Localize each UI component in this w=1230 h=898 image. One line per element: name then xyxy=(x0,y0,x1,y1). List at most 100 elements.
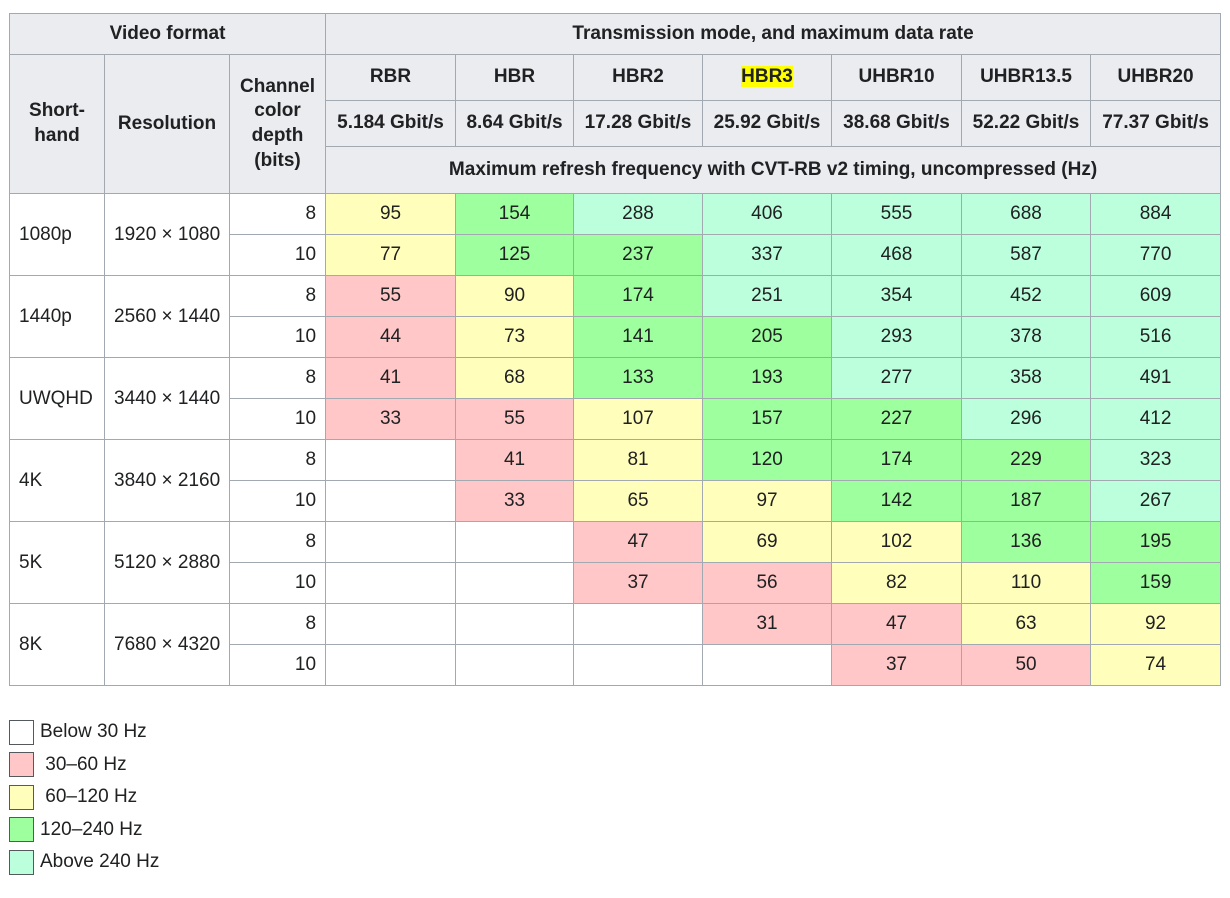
color-legend: Below 30 Hz 30–60 Hz 60–120 Hz 120–240 Hz… xyxy=(9,716,159,879)
refresh-value-cell: 74 xyxy=(1090,644,1222,686)
resolution-cell: 7680 × 4320 xyxy=(104,603,230,686)
resolution-cell: 5120 × 2880 xyxy=(104,521,230,604)
refresh-value-cell: 56 xyxy=(702,562,833,604)
refresh-value-cell: 55 xyxy=(455,398,575,440)
refresh-value-cell: 154 xyxy=(455,193,575,235)
refresh-value-cell: 468 xyxy=(831,234,963,276)
refresh-value-cell: 267 xyxy=(1090,480,1222,522)
table-row: 1080p 1920 × 1080 8 95 154 288 406 555 688 884 xyxy=(9,193,1222,276)
refresh-value-cell: 337 xyxy=(702,234,833,276)
refresh-value-cell: 195 xyxy=(1090,521,1222,563)
refresh-value-cell: 688 xyxy=(961,193,1092,235)
table-row: 1440p 2560 × 1440 8 55 90 174 251 354 452 609 xyxy=(9,275,1222,358)
refresh-value-cell: 47 xyxy=(573,521,704,563)
resolution-cell: 3440 × 1440 xyxy=(104,357,230,440)
depth-cell: 8 xyxy=(228,521,327,563)
refresh-value-cell xyxy=(455,603,575,645)
table-body: 1080p 1920 × 1080 8 95 154 288 406 555 688 884 10 7… xyxy=(9,193,1222,686)
mode-rate-rbr: 5.184 Gbit/s xyxy=(325,100,457,147)
refresh-value-cell: 555 xyxy=(831,193,963,235)
table-row: 4K 3840 × 2160 8 41 81 120 174 229 323 xyxy=(9,439,1222,522)
depth-cell: 8 xyxy=(228,193,327,235)
refresh-value-cell: 293 xyxy=(831,316,963,358)
refresh-value-cell: 406 xyxy=(702,193,833,235)
hbr3-highlight: HBR3 xyxy=(741,66,793,88)
refresh-value-cell: 157 xyxy=(702,398,833,440)
refresh-value-cell: 37 xyxy=(831,644,963,686)
refresh-value-cell: 412 xyxy=(1090,398,1222,440)
transmission-header: Transmission mode, and maximum data rate xyxy=(325,13,1222,55)
refresh-value-cell: 142 xyxy=(831,480,963,522)
refresh-value-cell: 95 xyxy=(325,193,457,235)
mode-name-uhbr20: UHBR20 xyxy=(1090,54,1222,101)
legend-swatch xyxy=(9,784,34,810)
depth-cell: 10 xyxy=(228,644,327,686)
refresh-value-cell: 41 xyxy=(455,439,575,481)
refresh-value-cell: 159 xyxy=(1090,562,1222,604)
shorthand-header: Short-hand xyxy=(9,54,105,194)
refresh-value-cell: 452 xyxy=(961,275,1092,317)
refresh-value-cell: 31 xyxy=(702,603,833,645)
mode-name-uhbr13-5: UHBR13.5 xyxy=(961,54,1092,101)
depth-cell: 10 xyxy=(228,480,327,522)
legend-swatch xyxy=(9,817,34,843)
refresh-value-cell: 110 xyxy=(961,562,1092,604)
legend-item: Above 240 Hz xyxy=(9,846,159,879)
refresh-value-cell: 107 xyxy=(573,398,704,440)
refresh-value-cell xyxy=(325,562,457,604)
legend-swatch xyxy=(9,752,34,778)
refresh-value-cell xyxy=(455,521,575,563)
legend-item: 120–240 Hz xyxy=(9,814,159,847)
mode-rate-uhbr10: 38.68 Gbit/s xyxy=(831,100,963,147)
mode-name-rbr: RBR xyxy=(325,54,457,101)
refresh-value-cell: 251 xyxy=(702,275,833,317)
refresh-value-cell: 92 xyxy=(1090,603,1222,645)
refresh-value-cell: 136 xyxy=(961,521,1092,563)
refresh-value-cell: 47 xyxy=(831,603,963,645)
table-row: 5K 5120 × 2880 8 47 69 102 136 195 xyxy=(9,521,1222,604)
depth-cell: 10 xyxy=(228,562,327,604)
refresh-value-cell: 102 xyxy=(831,521,963,563)
refresh-value-cell: 296 xyxy=(961,398,1092,440)
refresh-value-cell xyxy=(325,480,457,522)
refresh-value-cell: 277 xyxy=(831,357,963,399)
refresh-value-cell: 81 xyxy=(573,439,704,481)
refresh-value-cell xyxy=(325,603,457,645)
refresh-value-cell: 227 xyxy=(831,398,963,440)
refresh-value-cell: 323 xyxy=(1090,439,1222,481)
depth-cell: 10 xyxy=(228,398,327,440)
resolution-header: Resolution xyxy=(104,54,230,194)
refresh-value-cell: 133 xyxy=(573,357,704,399)
refresh-value-cell: 237 xyxy=(573,234,704,276)
legend-label: 60–120 Hz xyxy=(40,786,138,808)
legend-label: Above 240 Hz xyxy=(40,851,160,873)
depth-cell: 8 xyxy=(228,357,327,399)
refresh-value-cell: 33 xyxy=(325,398,457,440)
refresh-value-cell: 587 xyxy=(961,234,1092,276)
mode-rate-uhbr20: 77.37 Gbit/s xyxy=(1090,100,1222,147)
refresh-value-cell: 77 xyxy=(325,234,457,276)
refresh-value-cell: 73 xyxy=(455,316,575,358)
refresh-value-cell: 65 xyxy=(573,480,704,522)
legend-label: Below 30 Hz xyxy=(40,721,147,743)
refresh-value-cell xyxy=(702,644,833,686)
refresh-value-cell xyxy=(573,603,704,645)
refresh-value-cell: 770 xyxy=(1090,234,1222,276)
refresh-value-cell: 141 xyxy=(573,316,704,358)
resolution-cell: 1920 × 1080 xyxy=(104,193,230,276)
depth-cell: 10 xyxy=(228,234,327,276)
refresh-value-cell: 68 xyxy=(455,357,575,399)
refresh-value-cell: 82 xyxy=(831,562,963,604)
table-row: UWQHD 3440 × 1440 8 41 68 133 193 277 358 491 xyxy=(9,357,1222,440)
mode-rate-hbr2: 17.28 Gbit/s xyxy=(573,100,704,147)
mode-rate-hbr: 8.64 Gbit/s xyxy=(455,100,575,147)
refresh-value-cell: 33 xyxy=(455,480,575,522)
resolution-cell: 2560 × 1440 xyxy=(104,275,230,358)
refresh-value-cell xyxy=(325,644,457,686)
refresh-value-cell: 63 xyxy=(961,603,1092,645)
shorthand-cell: 1080p xyxy=(9,193,105,276)
refresh-value-cell: 609 xyxy=(1090,275,1222,317)
mode-rate-hbr3: 25.92 Gbit/s xyxy=(702,100,833,147)
refresh-value-cell: 90 xyxy=(455,275,575,317)
legend-swatch xyxy=(9,719,34,745)
